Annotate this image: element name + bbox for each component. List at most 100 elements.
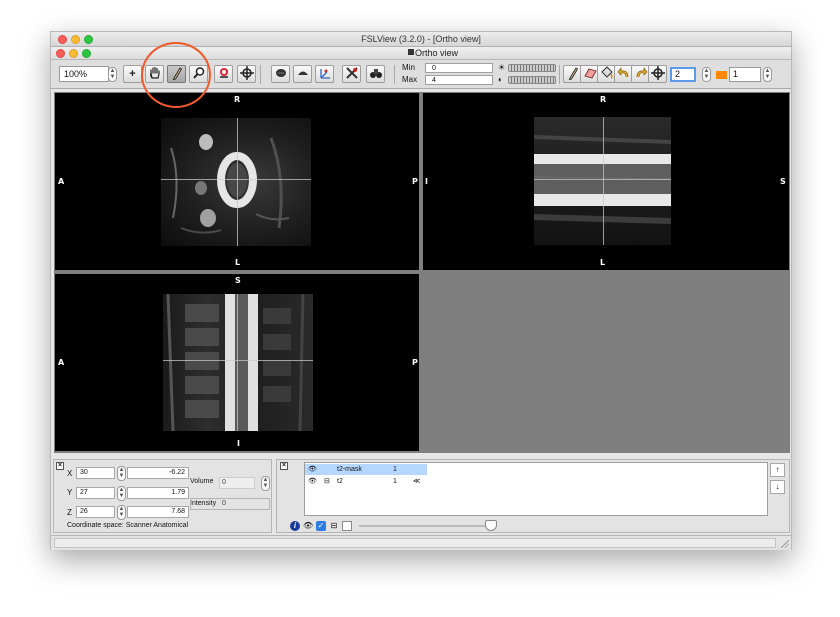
sagittal-view-button[interactable] bbox=[271, 65, 290, 83]
axial-bottom-label: L bbox=[235, 258, 241, 267]
checkbox-unchecked-icon[interactable] bbox=[342, 521, 352, 531]
pencil-draw-icon bbox=[568, 67, 578, 81]
subwindow-title: Ortho view bbox=[415, 48, 459, 58]
max-field[interactable]: 4 bbox=[425, 75, 493, 85]
layer-name: t2-mask bbox=[337, 466, 362, 473]
opacity-slider-track[interactable] bbox=[359, 525, 495, 527]
z-mm-field[interactable]: 7.68 bbox=[127, 506, 189, 518]
checkbox-checked-icon[interactable]: ✓ bbox=[316, 521, 326, 531]
x-voxel-field[interactable]: 30 bbox=[76, 467, 115, 479]
coronal-view-button[interactable] bbox=[293, 65, 312, 83]
sagittal-right-label: S bbox=[780, 177, 786, 186]
brightness-slider[interactable] bbox=[508, 64, 556, 72]
opacity-slider-thumb[interactable] bbox=[485, 520, 497, 531]
layer-panel: × 👁 t2-mask 1 👁 ⊟ t2 1 ≪ ↑ ↓ i 👁 ✓ ⊟ bbox=[276, 459, 790, 533]
y-mm-field[interactable]: 1.79 bbox=[127, 487, 189, 499]
axial-view-panel[interactable]: R L A P bbox=[55, 93, 419, 270]
layer-value: 1 bbox=[393, 466, 397, 473]
sagittal-bottom-label: L bbox=[600, 258, 606, 267]
crosshair-button[interactable] bbox=[237, 65, 256, 83]
sagittal-crosshair-vertical bbox=[603, 117, 604, 245]
target-icon bbox=[650, 66, 665, 80]
y-voxel-stepper[interactable]: ▲ ▼ bbox=[117, 486, 126, 501]
eye-visibility-icon[interactable]: 👁 bbox=[303, 521, 313, 531]
cursor-panel-close-button[interactable]: × bbox=[56, 462, 64, 470]
bottom-dock: × X Y Z 30 27 26 ▲ ▼ ▲ ▼ ▲ ▼ -6.22 1.79 7.6… bbox=[51, 456, 791, 533]
min-field[interactable]: 0 bbox=[425, 63, 493, 73]
eye-icon[interactable]: 👁 bbox=[308, 476, 317, 487]
min-label: Min bbox=[402, 63, 415, 72]
subwindow-zoom-button[interactable] bbox=[82, 49, 91, 58]
info-icon[interactable]: i bbox=[290, 521, 300, 531]
axial-scan-graphic bbox=[170, 134, 290, 234]
brain-icon bbox=[275, 69, 286, 77]
sagittal-left-label: I bbox=[425, 177, 428, 186]
binoculars-icon bbox=[369, 69, 382, 78]
coronal-crosshair-horizontal bbox=[163, 360, 313, 361]
bucket-icon bbox=[600, 66, 613, 79]
volume-stepper[interactable]: ▲ ▼ bbox=[261, 476, 270, 491]
axial-crosshair-horizontal bbox=[161, 179, 311, 180]
x-voxel-stepper[interactable]: ▲ ▼ bbox=[117, 466, 126, 481]
fslview-window: FSLView (3.2.0) - [Ortho view] Ortho vie… bbox=[50, 31, 792, 550]
zoom-stepper[interactable]: ▲ ▼ bbox=[108, 67, 117, 82]
close-window-button[interactable] bbox=[58, 35, 67, 44]
cursor-mode-button[interactable] bbox=[214, 65, 233, 83]
mask-value-stepper[interactable]: ▲ ▼ bbox=[702, 67, 711, 82]
move-layer-down-button[interactable]: ↓ bbox=[770, 480, 785, 494]
layer-panel-close-button[interactable]: × bbox=[280, 462, 288, 470]
label-value-stepper[interactable]: ▲ ▼ bbox=[763, 67, 772, 82]
label-value-field[interactable]: 1 bbox=[729, 67, 761, 82]
redo-icon bbox=[636, 66, 647, 78]
toolbar-separator bbox=[260, 65, 261, 84]
subwindow-close-button[interactable] bbox=[56, 49, 65, 58]
subwindow-title-wrap: Ortho view bbox=[408, 47, 458, 60]
z-voxel-field[interactable]: 26 bbox=[76, 506, 115, 518]
coronal-bottom-label: I bbox=[237, 439, 240, 448]
eye-icon[interactable]: 👁 bbox=[308, 464, 317, 475]
coronal-right-label: P bbox=[412, 358, 418, 367]
crosshair-icon bbox=[239, 66, 254, 80]
contrast-slider[interactable] bbox=[508, 76, 556, 84]
coronal-scan-graphic bbox=[166, 294, 305, 431]
coronal-left-label: A bbox=[58, 358, 65, 367]
layer-list: 👁 t2-mask 1 👁 ⊟ t2 1 ≪ bbox=[304, 462, 768, 516]
layer-row[interactable]: 👁 ⊟ t2 1 ≪ bbox=[305, 476, 427, 487]
axes-icon bbox=[319, 69, 330, 79]
eraser-icon bbox=[583, 68, 597, 79]
tools-button[interactable] bbox=[342, 65, 361, 83]
coronal-crosshair-vertical bbox=[237, 294, 238, 431]
coronal-view-panel[interactable]: S I A P bbox=[55, 274, 419, 451]
layer-row[interactable]: 👁 t2-mask 1 bbox=[305, 464, 427, 475]
add-overlay-button[interactable]: + bbox=[123, 65, 142, 83]
volume-label: Volume bbox=[190, 478, 214, 485]
x-mm-field[interactable]: -6.22 bbox=[127, 467, 189, 479]
mask-value-field[interactable]: 2 bbox=[670, 67, 696, 82]
zoom-field[interactable]: 100% bbox=[59, 66, 109, 82]
lock-toggle-icon[interactable]: ⊟ bbox=[329, 521, 339, 531]
double-chevron-left-icon[interactable]: ≪ bbox=[413, 476, 420, 487]
minimize-window-button[interactable] bbox=[71, 35, 80, 44]
timeseries-button[interactable] bbox=[366, 65, 385, 83]
brain-side-icon bbox=[297, 71, 308, 75]
z-label: Z bbox=[67, 508, 72, 517]
sagittal-view-panel[interactable]: R L I S bbox=[423, 93, 789, 270]
y-voxel-field[interactable]: 27 bbox=[76, 487, 115, 499]
crosshair-magnet-icon bbox=[219, 68, 228, 78]
contrast-icon: ◐ bbox=[498, 75, 503, 84]
mask-crosshair-button[interactable] bbox=[648, 65, 667, 83]
move-layer-up-button[interactable]: ↑ bbox=[770, 463, 785, 477]
layer-name: t2 bbox=[337, 478, 343, 485]
zoom-window-button[interactable] bbox=[84, 35, 93, 44]
mask-color-swatch[interactable] bbox=[716, 71, 727, 79]
y-label: Y bbox=[67, 488, 73, 497]
coronal-scan-image bbox=[163, 294, 313, 431]
annotation-highlight-circle bbox=[141, 42, 211, 108]
axial-view-button[interactable] bbox=[315, 65, 334, 83]
z-voxel-stepper[interactable]: ▲ ▼ bbox=[117, 505, 126, 520]
resize-grip-icon[interactable] bbox=[781, 540, 789, 548]
axial-left-label: A bbox=[58, 177, 65, 186]
lock-icon[interactable]: ⊟ bbox=[324, 476, 330, 487]
subwindow-minimize-button[interactable] bbox=[69, 49, 78, 58]
axial-crosshair-vertical bbox=[237, 118, 238, 246]
